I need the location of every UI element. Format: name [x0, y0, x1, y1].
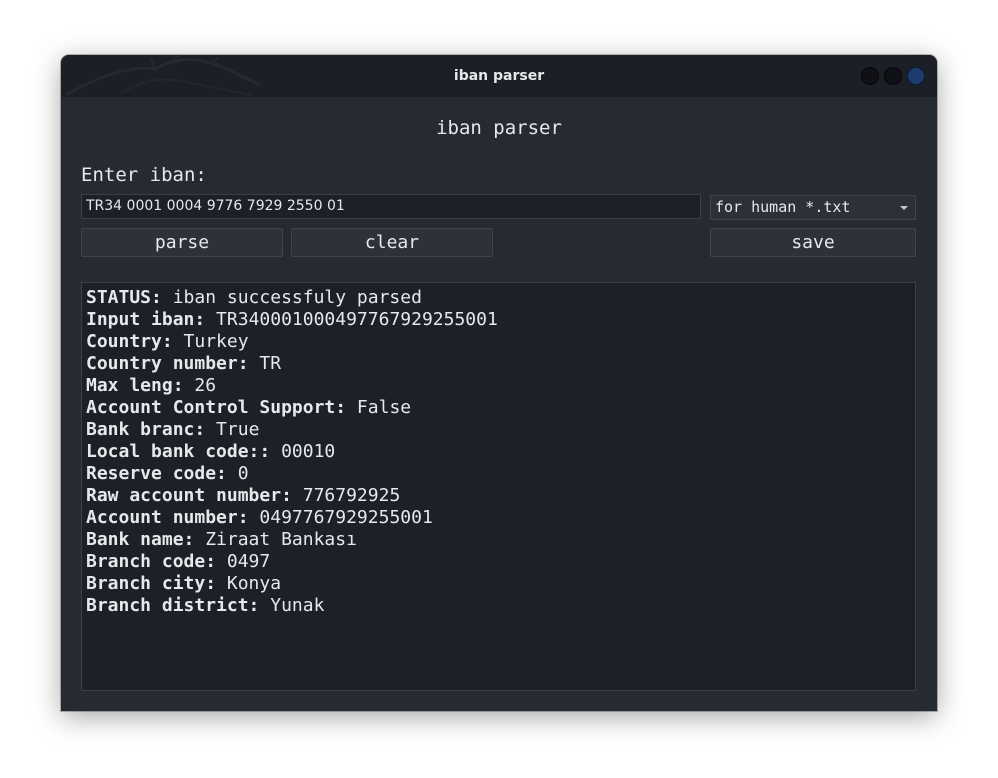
save-button[interactable]: save	[710, 228, 916, 257]
result-line: Max leng: 26	[86, 375, 911, 397]
result-output[interactable]: STATUS: iban successfuly parsed Input iba…	[81, 282, 916, 691]
iban-input[interactable]: TR34 0001 0004 9776 7929 2550 01	[81, 194, 701, 219]
result-line: STATUS: iban successfuly parsed	[86, 287, 911, 309]
chevron-down-icon	[900, 206, 908, 210]
result-value: Yunak	[259, 595, 325, 616]
result-key: Country number:	[86, 353, 249, 374]
app-window: iban parser iban parser Enter iban: TR34…	[61, 55, 937, 711]
format-select[interactable]: for human *.txt	[710, 195, 916, 220]
result-line: Account number: 0497767929255001	[86, 507, 911, 529]
result-line: Account Control Support: False	[86, 397, 911, 419]
result-key: Bank branc:	[86, 419, 206, 440]
maximize-icon[interactable]	[884, 67, 902, 85]
result-key: Bank name:	[86, 529, 195, 550]
result-line: Branch district: Yunak	[86, 595, 911, 617]
result-line: Country: Turkey	[86, 331, 911, 353]
title-bar[interactable]: iban parser	[61, 55, 937, 97]
result-key: Account Control Support:	[86, 397, 347, 418]
result-key: Account number:	[86, 507, 249, 528]
result-value: True	[205, 419, 260, 440]
result-key: Country:	[86, 331, 173, 352]
result-key: Raw account number:	[86, 485, 292, 506]
result-value: 0	[226, 463, 249, 484]
result-value: 26	[183, 375, 217, 396]
result-line: Bank name: Ziraat Bankası	[86, 529, 911, 551]
result-line: Bank branc: True	[86, 419, 911, 441]
result-key: Branch district:	[86, 595, 260, 616]
result-key: Branch city:	[86, 573, 217, 594]
result-value: 00010	[270, 441, 336, 462]
window-title: iban parser	[453, 68, 545, 84]
page-title: iban parser	[436, 117, 562, 139]
clear-button[interactable]: clear	[291, 228, 493, 257]
result-value: TR	[248, 353, 282, 374]
result-key: Branch code:	[86, 551, 217, 572]
parse-button[interactable]: parse	[81, 228, 283, 257]
close-icon[interactable]	[907, 67, 925, 85]
result-value: Konya	[216, 573, 282, 594]
result-line: Reserve code: 0	[86, 463, 911, 485]
result-line: Raw account number: 776792925	[86, 485, 911, 507]
result-line: Input iban: TR340001000497767929255001	[86, 309, 911, 331]
minimize-icon[interactable]	[861, 67, 879, 85]
format-select-value: for human *.txt	[715, 198, 851, 216]
iban-label: Enter iban:	[81, 164, 207, 186]
result-value: 776792925	[291, 485, 401, 506]
result-key: Local bank code::	[86, 441, 271, 462]
result-value: False	[346, 397, 412, 418]
result-value: TR340001000497767929255001	[205, 309, 498, 330]
result-value: Ziraat Bankası	[194, 529, 357, 550]
result-line: Local bank code:: 00010	[86, 441, 911, 463]
result-line: Branch code: 0497	[86, 551, 911, 573]
result-line: Branch city: Konya	[86, 573, 911, 595]
result-key: STATUS:	[86, 287, 162, 308]
result-line: Country number: TR	[86, 353, 911, 375]
result-value: 0497	[216, 551, 271, 572]
result-value: iban successfuly parsed	[161, 287, 422, 308]
result-value: 0497767929255001	[248, 507, 433, 528]
result-key: Reserve code:	[86, 463, 227, 484]
result-key: Input iban:	[86, 309, 206, 330]
result-key: Max leng:	[86, 375, 184, 396]
result-value: Turkey	[172, 331, 249, 352]
